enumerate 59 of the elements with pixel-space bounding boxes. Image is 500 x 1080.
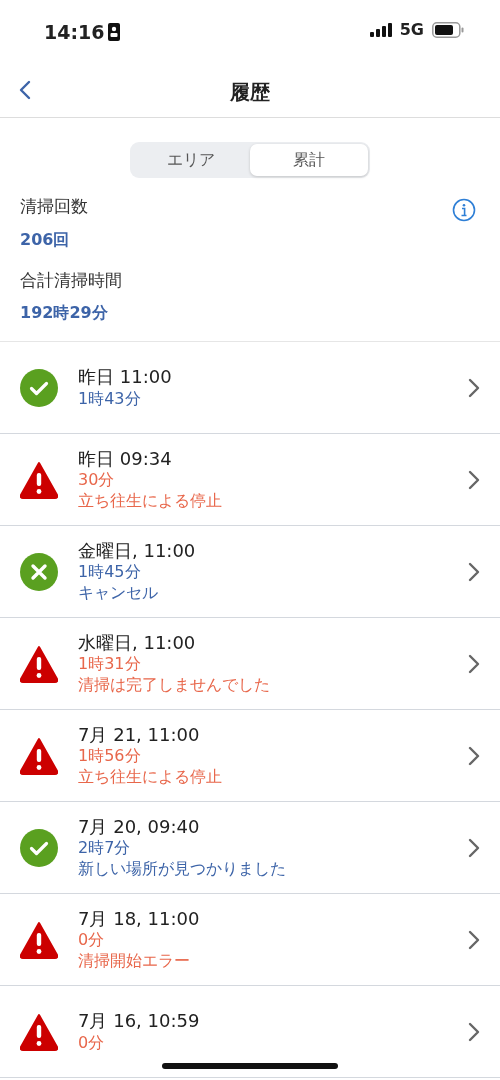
warning-icon	[20, 920, 58, 959]
back-chevron-icon	[18, 80, 32, 100]
entry-duration: 1時43分	[78, 388, 142, 410]
entry-time: 昨日 11:00	[78, 365, 173, 389]
stat-label: 清掃回数	[19, 195, 89, 218]
status-check-icon	[20, 828, 58, 867]
chevron-right-icon	[468, 653, 480, 674]
history-row[interactable]: 水曜日, 11:00 1時31分 清掃は完了しませんでした	[0, 618, 500, 710]
entry-status: 立ち往生による停止	[78, 491, 223, 512]
entry-status: 清掃は完了しませんでした	[78, 675, 271, 696]
entry-duration: 30分	[78, 470, 116, 492]
stat-value: 206回	[19, 228, 71, 251]
warning-icon	[20, 736, 58, 775]
status-check-icon	[20, 368, 58, 407]
signal-icon	[369, 23, 392, 37]
chevron-right-icon	[468, 1021, 480, 1042]
entry-status: キャンセル	[78, 583, 159, 604]
history-row[interactable]: 昨日 11:00 1時43分	[0, 342, 500, 434]
entry-status: 立ち往生による停止	[78, 767, 223, 788]
segment-tab[interactable]: 累計	[250, 144, 368, 176]
entry-time: 水曜日, 11:00	[78, 631, 197, 655]
entry-status: 清掃開始エラー	[78, 951, 191, 972]
info-icon[interactable]	[452, 198, 476, 222]
entry-time: 7月 21, 11:00	[78, 723, 201, 747]
chevron-right-icon	[468, 469, 480, 490]
battery-icon	[432, 22, 464, 38]
stat-value: 192時29分	[19, 302, 109, 324]
chevron-right-icon	[468, 377, 480, 398]
history-row[interactable]: 7月 20, 09:40 2時7分 新しい場所が見つかりました	[0, 802, 500, 894]
stat-label: 合計清掃時間	[19, 268, 122, 292]
history-row[interactable]: 金曜日, 11:00 1時45分 キャンセル	[0, 526, 500, 618]
chevron-right-icon	[468, 837, 480, 858]
contact-card-icon	[108, 23, 121, 42]
entry-time: 昨日 09:34	[78, 447, 173, 471]
warning-icon	[20, 460, 58, 499]
entry-status: 新しい場所が見つかりました	[78, 859, 287, 880]
page-title: 履歴	[230, 78, 270, 106]
entry-time: 7月 20, 09:40	[78, 815, 201, 839]
entry-duration: 2時7分	[78, 838, 132, 860]
entry-duration: 1時45分	[78, 562, 142, 584]
entry-time: 7月 16, 10:59	[78, 1009, 201, 1033]
status-cross-icon	[20, 552, 58, 591]
entry-duration: 1時31分	[78, 654, 142, 676]
chevron-right-icon	[468, 745, 480, 766]
entry-duration: 1時56分	[78, 746, 142, 768]
entry-duration: 0分	[78, 1032, 106, 1054]
entry-time: 7月 18, 11:00	[78, 907, 201, 931]
chevron-right-icon	[468, 929, 480, 950]
history-row[interactable]: 昨日 09:34 30分 立ち往生による停止	[0, 434, 500, 526]
warning-icon	[20, 644, 58, 683]
network-label: 5G	[399, 19, 424, 41]
segment-tab[interactable]: エリア	[132, 144, 250, 176]
warning-icon	[20, 1012, 58, 1051]
chevron-right-icon	[468, 561, 480, 582]
entry-duration: 0分	[78, 930, 106, 952]
clock-time: 14:16	[44, 20, 105, 45]
history-row[interactable]: 7月 21, 11:00 1時56分 立ち往生による停止	[0, 710, 500, 802]
entry-time: 金曜日, 11:00	[78, 539, 197, 563]
history-row[interactable]: 7月 18, 11:00 0分 清掃開始エラー	[0, 894, 500, 986]
